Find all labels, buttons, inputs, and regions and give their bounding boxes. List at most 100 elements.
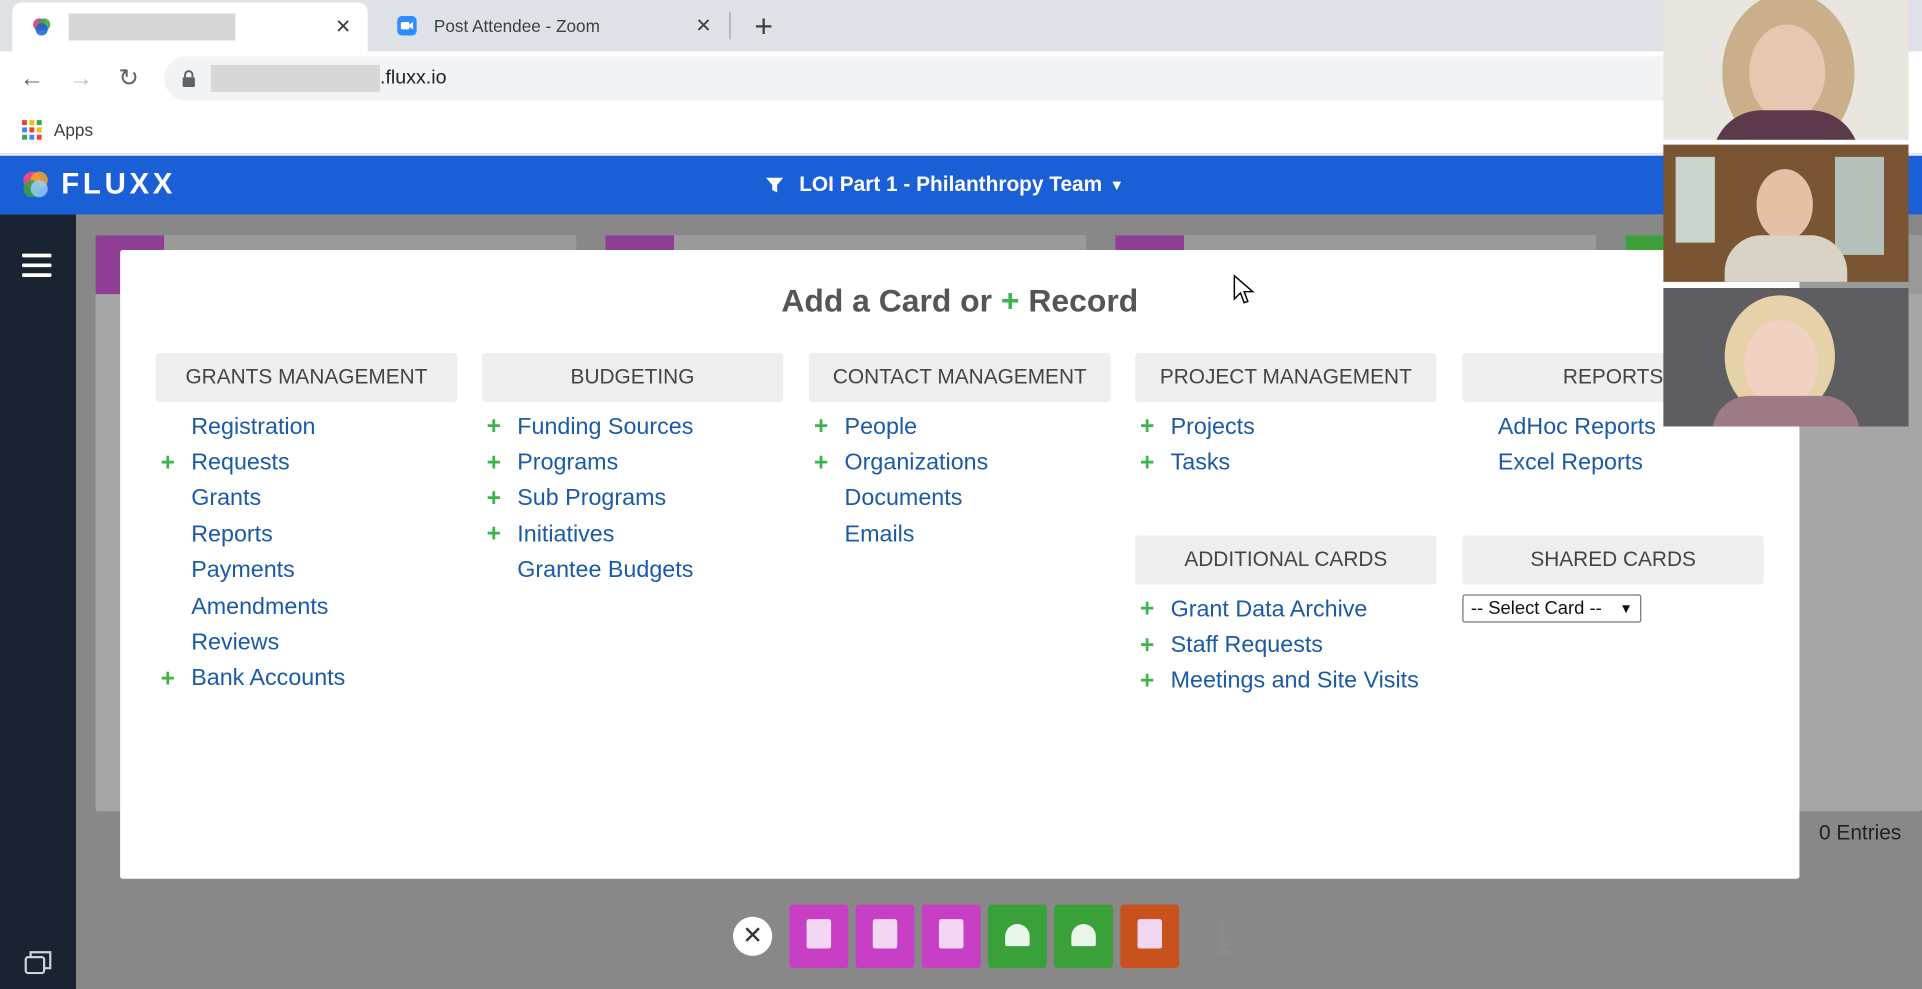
add-record-plus-icon[interactable]: + — [1135, 449, 1171, 477]
redacted-domain — [210, 64, 380, 92]
lock-icon — [182, 70, 195, 88]
bookmarks-bar: Apps — [0, 105, 1922, 155]
mouse-cursor-icon — [1233, 274, 1255, 304]
card-link-registration[interactable]: Registration — [156, 409, 458, 445]
card-link-reports[interactable]: Reports — [156, 517, 458, 553]
browser-toolbar: ← → ↻ .fluxx.io — [0, 51, 1922, 106]
select-card-dropdown[interactable]: -- Select Card -- ▼ — [1462, 594, 1642, 623]
hamburger-menu-icon[interactable] — [22, 253, 52, 283]
column-header: CONTACT MANAGEMENT — [809, 352, 1111, 402]
column-header: GRANTS MANAGEMENT — [155, 352, 458, 402]
card-link-amendments[interactable]: Amendments — [156, 589, 458, 625]
add-record-plus-icon[interactable]: + — [156, 449, 192, 477]
participant-video-3 — [1663, 287, 1909, 427]
tab-close-icon[interactable]: ✕ — [691, 13, 716, 38]
bell-icon — [1005, 924, 1030, 947]
card-link-documents[interactable]: Documents — [809, 481, 1111, 517]
column-grants-management: GRANTS MANAGEMENT Registration + Requests G… — [155, 352, 458, 698]
card-link-label: Grants — [191, 485, 262, 512]
download-doc-button[interactable] — [789, 904, 849, 969]
fluxx-logo[interactable]: FLUXX — [20, 168, 176, 202]
entries-count: 0 Entries — [1819, 821, 1902, 845]
dashboard-title: LOI Part 1 - Philanthropy Team — [799, 172, 1103, 197]
fluxx-favicon-icon — [33, 18, 51, 36]
card-link-label: Grant Data Archive — [1170, 596, 1368, 623]
add-record-plus-icon[interactable]: + — [156, 665, 192, 693]
card-link-grantee-budgets[interactable]: Grantee Budgets — [482, 553, 784, 589]
checked-doc-icon — [1137, 919, 1163, 949]
new-tab-icon[interactable]: + — [748, 7, 780, 44]
column-header: BUDGETING — [481, 352, 784, 402]
download-doc-button[interactable] — [855, 904, 915, 969]
card-link-label: Documents — [844, 485, 963, 512]
card-link-grants[interactable]: Grants — [156, 481, 458, 517]
add-record-plus-icon[interactable]: + — [482, 521, 518, 549]
card-link-funding-sources[interactable]: + Funding Sources — [482, 409, 784, 445]
card-link-label: People — [844, 413, 918, 440]
download-doc-button[interactable] — [921, 904, 981, 969]
column-header: ADDITIONAL CARDS — [1135, 535, 1437, 585]
bell-button[interactable] — [987, 904, 1047, 969]
card-link-bank-accounts[interactable]: + Bank Accounts — [156, 661, 458, 697]
card-link-tasks[interactable]: + Tasks — [1135, 445, 1437, 481]
download-icon[interactable]: ⤓ — [1201, 911, 1243, 962]
browser-tab-zoom[interactable]: Post Attendee - Zoom ✕ — [378, 0, 729, 51]
add-record-plus-icon[interactable]: + — [1135, 596, 1171, 624]
tab-close-icon[interactable]: ✕ — [331, 15, 356, 40]
card-link-people[interactable]: + People — [809, 409, 1111, 445]
column-budgeting: BUDGETING + Funding Sources + Programs + Sub … — [481, 352, 784, 589]
apps-bookmark-label[interactable]: Apps — [54, 119, 93, 139]
card-link-label: Payments — [191, 557, 295, 584]
download-doc-icon — [806, 919, 832, 949]
card-link-requests[interactable]: + Requests — [156, 445, 458, 481]
browser-tab-active[interactable]: ✕ — [12, 2, 368, 52]
add-record-plus-icon[interactable]: + — [1135, 668, 1171, 696]
add-record-plus-icon[interactable]: + — [482, 485, 518, 513]
close-modal-button[interactable]: ✕ — [733, 916, 773, 956]
address-bar[interactable]: .fluxx.io — [164, 56, 1709, 101]
card-link-label: Initiatives — [517, 521, 615, 548]
download-doc-icon — [872, 919, 898, 949]
card-link-reviews[interactable]: Reviews — [156, 625, 458, 661]
left-sidebar — [0, 214, 76, 989]
card-link-label: Programs — [517, 449, 619, 476]
reload-icon[interactable]: ↻ — [112, 61, 146, 95]
card-link-meetings-and-site-visits[interactable]: + Meetings and Site Visits — [1135, 664, 1437, 700]
add-record-plus-icon[interactable]: + — [1135, 413, 1171, 441]
forward-arrow-icon[interactable]: → — [64, 61, 98, 95]
card-link-label: Excel Reports — [1497, 449, 1643, 476]
add-record-plus-icon[interactable]: + — [482, 413, 518, 441]
card-link-projects[interactable]: + Projects — [1135, 409, 1437, 445]
card-link-organizations[interactable]: + Organizations — [809, 445, 1111, 481]
card-link-sub-programs[interactable]: + Sub Programs — [482, 481, 784, 517]
back-arrow-icon[interactable]: ← — [15, 61, 49, 95]
apps-grid-icon[interactable] — [22, 119, 42, 140]
card-link-label: Reports — [191, 521, 273, 548]
modal-title: Add a Card or + Record — [781, 281, 1139, 319]
bell-button[interactable] — [1054, 904, 1113, 969]
card-link-staff-requests[interactable]: + Staff Requests — [1135, 628, 1437, 664]
add-record-plus-icon[interactable]: + — [809, 413, 845, 441]
checked-doc-button[interactable] — [1120, 904, 1180, 969]
card-link-label: Bank Accounts — [191, 665, 346, 692]
add-record-plus-icon[interactable]: + — [482, 449, 518, 477]
card-stack-icon[interactable] — [24, 950, 52, 975]
card-link-label: Funding Sources — [517, 413, 694, 440]
card-link-grant-data-archive[interactable]: + Grant Data Archive — [1135, 592, 1437, 628]
card-link-emails[interactable]: Emails — [809, 517, 1111, 553]
column-header: SHARED CARDS — [1462, 535, 1764, 585]
dashboard-selector[interactable]: LOI Part 1 - Philanthropy Team ▼ — [765, 156, 1124, 215]
add-record-plus-icon[interactable]: + — [809, 449, 845, 477]
browser-tab-bar: ✕ Post Attendee - Zoom ✕ + — [0, 0, 1922, 52]
card-link-programs[interactable]: + Programs — [482, 445, 784, 481]
card-link-initiatives[interactable]: + Initiatives — [482, 517, 784, 553]
card-link-payments[interactable]: Payments — [156, 553, 458, 589]
tab-separator — [729, 12, 731, 40]
card-link-excel-reports[interactable]: Excel Reports — [1462, 445, 1764, 481]
card-link-label: Sub Programs — [517, 485, 667, 512]
card-link-label: Tasks — [1170, 449, 1231, 476]
card-link-label: Staff Requests — [1170, 632, 1323, 659]
plus-icon: + — [1000, 281, 1020, 319]
add-record-plus-icon[interactable]: + — [1135, 632, 1171, 660]
card-link-label: Emails — [844, 521, 915, 548]
